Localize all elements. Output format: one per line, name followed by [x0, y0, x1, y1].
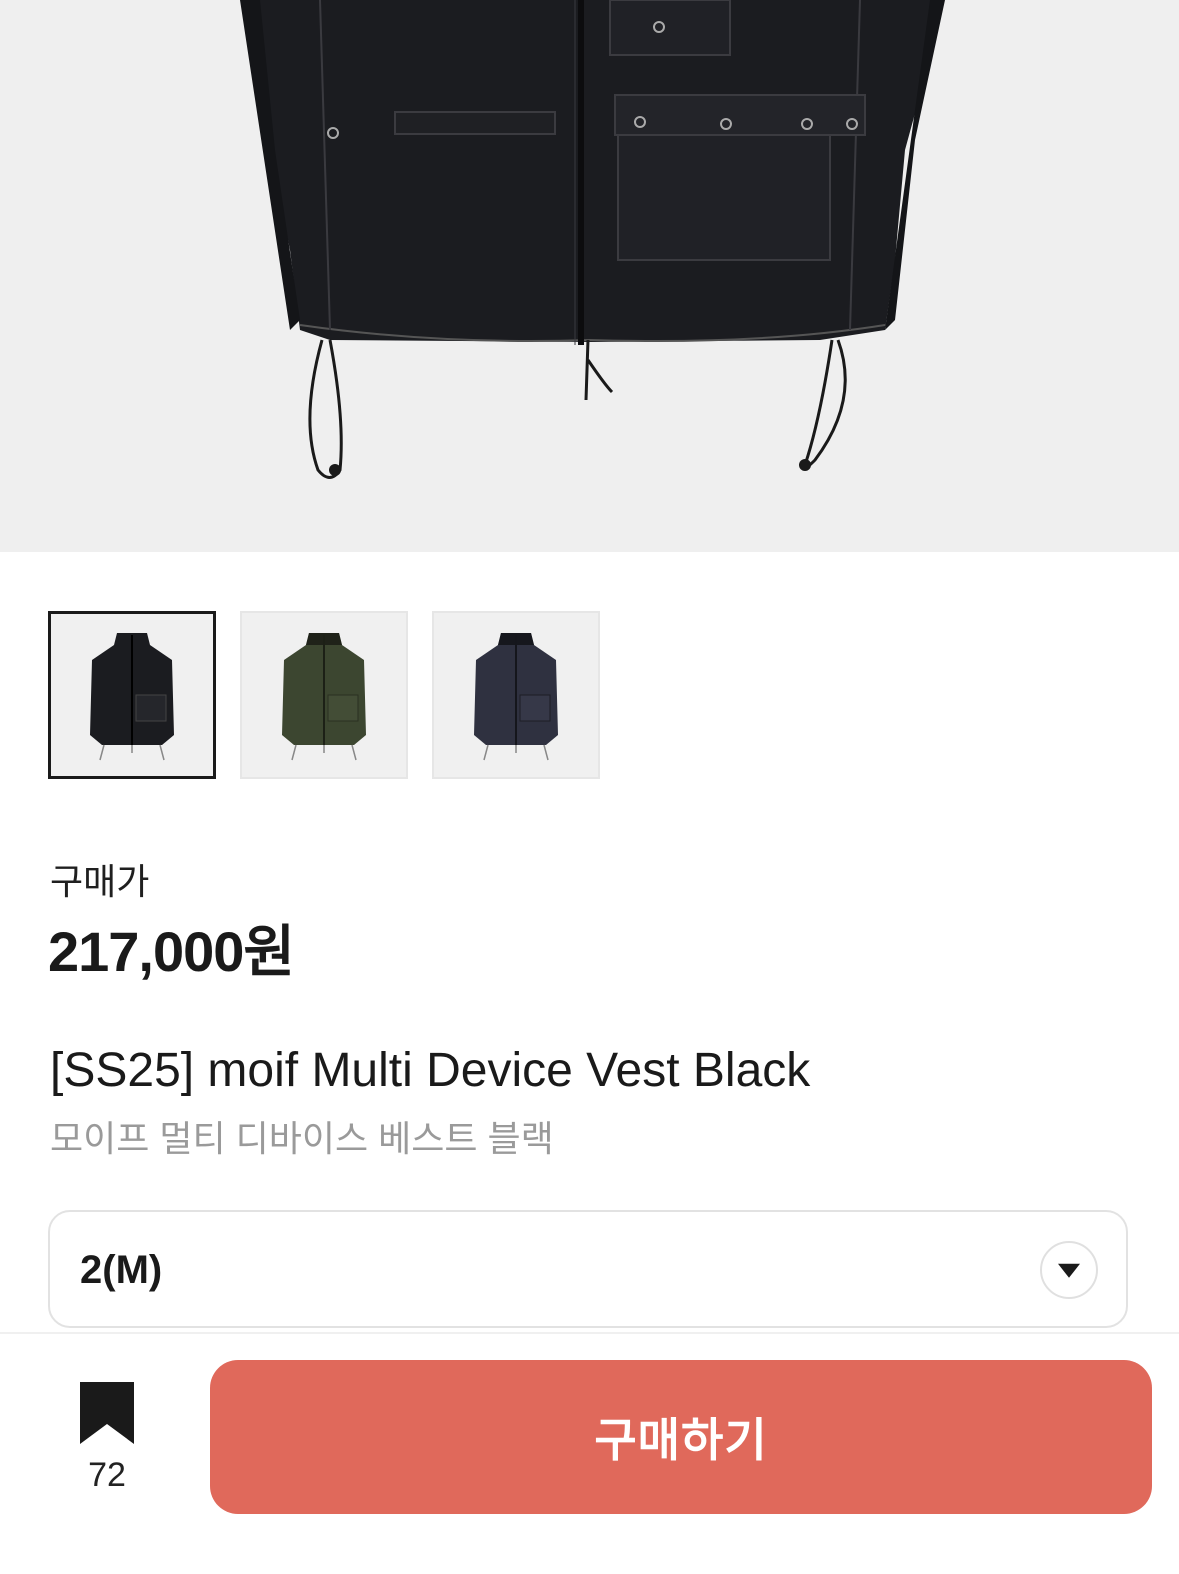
- bottom-action-bar: 72 구매하기: [0, 1332, 1179, 1574]
- chevron-down-icon: [1058, 1263, 1080, 1278]
- vest-thumbnail-icon: [90, 633, 174, 761]
- price-label: 구매가: [50, 861, 150, 902]
- product-title: [SS25] moif Multi Device Vest Black: [50, 1044, 811, 1097]
- vest-thumbnail-icon: [282, 633, 366, 761]
- thumbnail-olive[interactable]: [240, 611, 408, 779]
- thumbnail-gallery: [48, 611, 600, 779]
- bookmark-icon: [80, 1382, 134, 1444]
- product-subtitle: 모이프 멀티 디바이스 베스트 블랙: [50, 1118, 554, 1159]
- price-value: 217,000원: [48, 920, 295, 983]
- bookmark-count: 72: [88, 1456, 126, 1494]
- bookmark-button[interactable]: 72: [76, 1382, 138, 1498]
- size-selected-value: 2(M): [80, 1248, 163, 1292]
- vest-thumbnail-icon: [474, 633, 558, 761]
- size-select[interactable]: 2(M): [48, 1210, 1128, 1328]
- thumbnail-navy[interactable]: [432, 611, 600, 779]
- buy-button[interactable]: 구매하기: [210, 1360, 1152, 1514]
- product-hero-image[interactable]: [0, 0, 1179, 552]
- thumbnail-black[interactable]: [48, 611, 216, 779]
- vest-photo: [240, 0, 945, 479]
- size-dropdown-button[interactable]: [1040, 1241, 1098, 1299]
